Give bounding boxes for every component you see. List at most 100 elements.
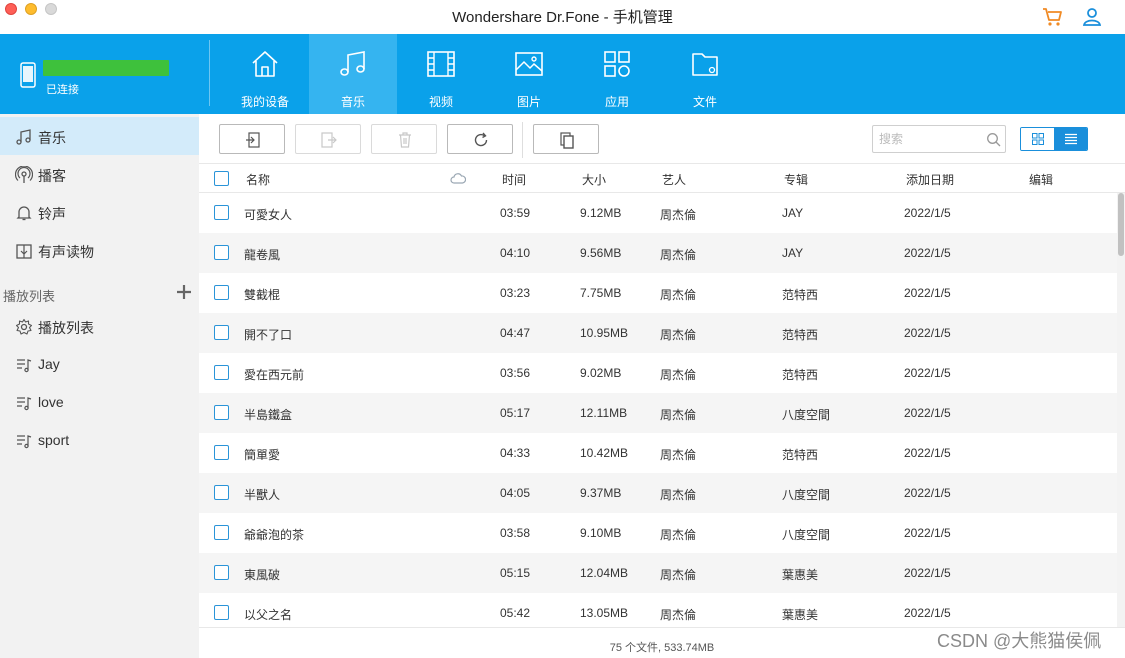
track-size: 9.12MB	[580, 206, 622, 220]
search-input[interactable]	[879, 131, 979, 147]
trash-icon	[399, 132, 411, 148]
table-row[interactable]: 開不了口 04:47 10.95MB 周杰倫 范特西 2022/1/5	[199, 313, 1117, 353]
track-artist: 周杰倫	[660, 608, 697, 622]
table-row[interactable]: 半獸人 04:05 9.37MB 周杰倫 八度空間 2022/1/5	[199, 473, 1117, 513]
row-checkbox[interactable]	[214, 445, 229, 460]
track-album: 八度空間	[782, 488, 831, 502]
tab-music[interactable]: 音乐	[309, 34, 397, 114]
list-view-button[interactable]	[1054, 128, 1087, 150]
column-size[interactable]: 大小	[582, 171, 606, 188]
track-list: 可愛女人 03:59 9.12MB 周杰倫 JAY 2022/1/5 龍卷風 04:10 9.5…	[199, 193, 1117, 627]
track-time: 05:17	[500, 406, 531, 420]
copy-icon	[560, 132, 574, 149]
search-box[interactable]	[872, 125, 1006, 153]
row-checkbox[interactable]	[214, 605, 229, 620]
home-icon	[252, 51, 278, 77]
track-size: 10.95MB	[580, 326, 629, 340]
column-album[interactable]: 专辑	[784, 171, 808, 188]
column-time[interactable]: 时间	[502, 171, 526, 188]
track-name: 簡單愛	[244, 448, 281, 462]
column-artist[interactable]: 艺人	[662, 171, 686, 188]
table-row[interactable]: 雙截棍 03:23 7.75MB 周杰倫 范特西 2022/1/5	[199, 273, 1117, 313]
cart-icon[interactable]	[1042, 7, 1064, 27]
track-album: JAY	[782, 206, 804, 220]
tab-photos[interactable]: 图片	[485, 34, 573, 114]
watermark: CSDN @大熊猫侯佩	[937, 631, 1102, 651]
track-album: 范特西	[782, 288, 819, 302]
table-row[interactable]: 可愛女人 03:59 9.12MB 周杰倫 JAY 2022/1/5	[199, 193, 1117, 233]
row-checkbox[interactable]	[214, 365, 229, 380]
sidebar-item-sport[interactable]: sport	[0, 421, 199, 459]
table-row[interactable]: 簡單愛 04:33 10.42MB 周杰倫 范特西 2022/1/5	[199, 433, 1117, 473]
sidebar-item-label: 播放列表	[38, 320, 94, 336]
user-icon[interactable]	[1082, 7, 1102, 27]
track-artist: 周杰倫	[660, 288, 697, 302]
scrollbar-thumb[interactable]	[1118, 193, 1124, 256]
scrollbar[interactable]	[1117, 193, 1125, 627]
track-size: 9.10MB	[580, 526, 622, 540]
device-name-redacted	[43, 60, 169, 76]
sidebar-item-jay[interactable]: Jay	[0, 345, 199, 383]
sidebar-item-music[interactable]: 音乐	[0, 117, 199, 155]
table-row[interactable]: 以父之名 05:42 13.05MB 周杰倫 葉惠美 2022/1/5	[199, 593, 1117, 627]
sidebar-item-label: 铃声	[38, 206, 66, 222]
track-size: 9.37MB	[580, 486, 622, 500]
track-name: 以父之名	[244, 608, 293, 622]
table-row[interactable]: 龍卷風 04:10 9.56MB 周杰倫 JAY 2022/1/5	[199, 233, 1117, 273]
track-album: JAY	[782, 246, 804, 260]
row-checkbox[interactable]	[214, 405, 229, 420]
refresh-button[interactable]	[447, 124, 513, 154]
delete-button[interactable]	[371, 124, 437, 154]
track-date-added: 2022/1/5	[904, 606, 951, 620]
track-album: 八度空間	[782, 528, 831, 542]
deduplicate-button[interactable]	[533, 124, 599, 154]
sidebar-item-audiobooks[interactable]: 有声读物	[0, 231, 199, 269]
row-checkbox[interactable]	[214, 325, 229, 340]
track-artist: 周杰倫	[660, 328, 697, 342]
row-checkbox[interactable]	[214, 205, 229, 220]
phone-icon	[20, 62, 36, 88]
tab-my-device[interactable]: 我的设备	[221, 34, 309, 114]
table-row[interactable]: 爺爺泡的茶 03:58 9.10MB 周杰倫 八度空間 2022/1/5	[199, 513, 1117, 553]
sidebar-item-love[interactable]: love	[0, 383, 199, 421]
export-button[interactable]	[295, 124, 361, 154]
column-name[interactable]: 名称	[246, 171, 270, 188]
row-checkbox[interactable]	[214, 485, 229, 500]
tab-label: 应用	[604, 95, 629, 109]
row-checkbox[interactable]	[214, 525, 229, 540]
track-artist: 周杰倫	[660, 568, 697, 582]
table-row[interactable]: 東風破 05:15 12.04MB 周杰倫 葉惠美 2022/1/5	[199, 553, 1117, 593]
row-checkbox[interactable]	[214, 285, 229, 300]
grid-view-button[interactable]	[1021, 128, 1054, 150]
image-icon	[515, 52, 543, 76]
track-name: 爺爺泡的茶	[244, 528, 305, 542]
tab-files[interactable]: 文件	[661, 34, 749, 114]
device-panel[interactable]: 已连接	[0, 34, 209, 114]
apps-icon	[604, 51, 630, 77]
track-name: 開不了口	[244, 328, 293, 342]
sidebar-item-podcast[interactable]: 播客	[0, 155, 199, 193]
track-artist: 周杰倫	[660, 488, 697, 502]
sidebar-item-label: sport	[38, 432, 70, 448]
sidebar-item-playlist[interactable]: 播放列表	[0, 307, 199, 345]
add-playlist-icon[interactable]	[176, 284, 192, 300]
table-row[interactable]: 愛在西元前 03:56 9.02MB 周杰倫 范特西 2022/1/5	[199, 353, 1117, 393]
row-checkbox[interactable]	[214, 565, 229, 580]
window-title: Wondershare Dr.Fone - 手机管理	[452, 9, 673, 26]
audiobook-icon	[16, 244, 32, 259]
track-date-added: 2022/1/5	[904, 366, 951, 380]
search-icon[interactable]	[986, 132, 1001, 147]
sidebar-item-ringtones[interactable]: 铃声	[0, 193, 199, 231]
column-date-added[interactable]: 添加日期	[906, 171, 954, 188]
tab-video[interactable]: 视频	[397, 34, 485, 114]
tab-apps[interactable]: 应用	[573, 34, 661, 114]
podcast-icon	[15, 166, 33, 183]
track-size: 10.42MB	[580, 446, 629, 460]
row-checkbox[interactable]	[214, 245, 229, 260]
sidebar-item-label: 音乐	[38, 130, 66, 146]
table-row[interactable]: 半島鐵盒 05:17 12.11MB 周杰倫 八度空間 2022/1/5	[199, 393, 1117, 433]
select-all-checkbox[interactable]	[214, 171, 229, 186]
track-name: 半獸人	[244, 488, 281, 502]
import-button[interactable]	[219, 124, 285, 154]
track-artist: 周杰倫	[660, 408, 697, 422]
